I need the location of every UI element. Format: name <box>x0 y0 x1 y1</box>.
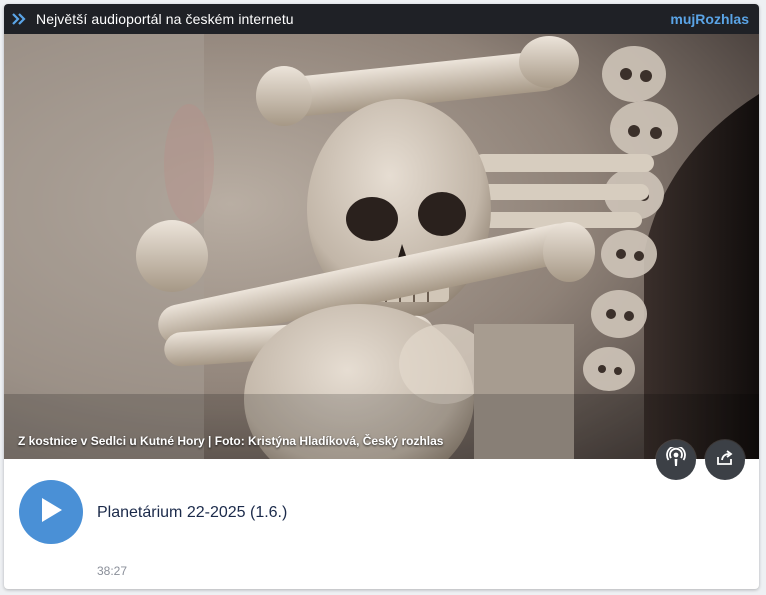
play-button[interactable] <box>19 480 83 544</box>
audio-widget: Největší audioportál na českém internetu… <box>4 4 759 589</box>
episode-image: Z kostnice v Sedlci u Kutné Hory | Foto:… <box>4 34 759 459</box>
brand-logo-link[interactable]: mujRozhlas <box>670 11 749 27</box>
podcast-icon <box>665 444 687 474</box>
episode-title[interactable]: Planetárium 22-2025 (1.6.) <box>97 504 287 522</box>
photo-caption: Z kostnice v Sedlci u Kutné Hory | Foto:… <box>18 434 444 448</box>
top-bar: Největší audioportál na českém internetu… <box>4 4 759 34</box>
play-icon <box>38 496 64 529</box>
share-button[interactable] <box>705 440 745 480</box>
ossuary-photo <box>4 34 759 459</box>
share-icon <box>715 448 735 473</box>
double-chevron-right-icon[interactable] <box>12 10 30 28</box>
podcast-button[interactable] <box>656 440 696 480</box>
tagline: Největší audioportál na českém internetu <box>36 11 294 27</box>
episode-duration: 38:27 <box>97 564 128 578</box>
